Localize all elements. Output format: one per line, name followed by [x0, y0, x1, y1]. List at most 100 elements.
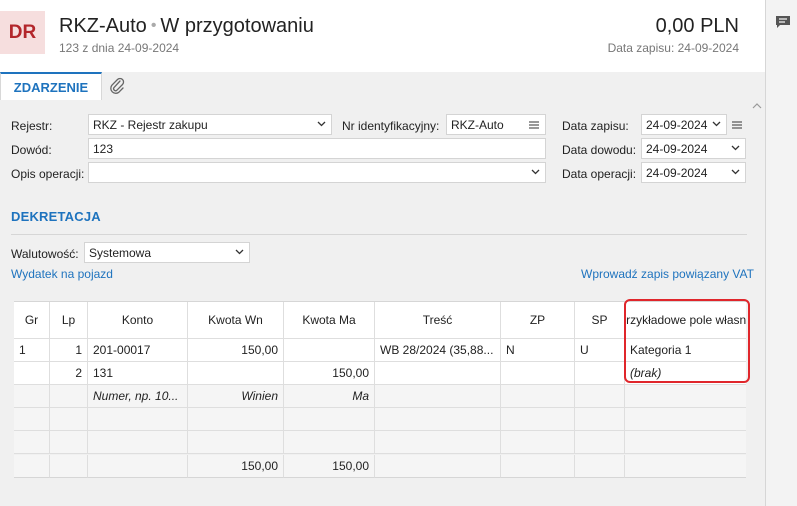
dowod-label: Dowód: — [11, 143, 52, 157]
cell-kwota-ma[interactable] — [284, 339, 375, 362]
document-status: W przygotowaniu — [160, 15, 314, 37]
col-header-sp[interactable]: SP — [575, 302, 625, 339]
cell-sp[interactable]: U — [575, 339, 625, 362]
opis-operacji-label: Opis operacji: — [11, 167, 85, 181]
data-operacji-field[interactable]: 24-09-2024 — [641, 162, 746, 183]
rejestr-select[interactable]: RKZ - Rejestr zakupu — [88, 114, 332, 135]
cell-kwota-ma[interactable] — [284, 431, 375, 454]
cell-lp[interactable]: 2 — [50, 362, 88, 385]
nr-identyfikacyjny-field[interactable]: RKZ-Auto — [446, 114, 546, 135]
chevron-down-icon — [731, 169, 740, 175]
wydatek-na-pojazd-link[interactable]: Wydatek na pojazd — [11, 267, 113, 281]
cell-gr[interactable] — [14, 362, 50, 385]
list-menu-icon[interactable] — [529, 121, 539, 129]
tab-bar: ZDARZENIE — [0, 72, 765, 100]
cell-tresc[interactable] — [375, 362, 501, 385]
cell-tresc[interactable] — [375, 408, 501, 431]
chevron-down-icon — [317, 121, 326, 127]
col-header-tresc[interactable]: Treść — [375, 302, 501, 339]
ma-placeholder[interactable]: Ma — [284, 385, 375, 408]
cell-konto[interactable]: 201-00017 — [88, 339, 188, 362]
data-dowodu-field[interactable]: 24-09-2024 — [641, 138, 746, 159]
total-kwota-ma: 150,00 — [284, 455, 375, 478]
col-header-pole-wlasne[interactable]: Przykładowe pole własne — [625, 302, 746, 339]
cell-gr[interactable] — [14, 408, 50, 431]
table-row[interactable]: 2 131 150,00 (brak) — [14, 362, 746, 385]
cell-kwota-wn[interactable] — [188, 431, 284, 454]
total-lp — [50, 455, 88, 478]
cell-zp[interactable] — [501, 385, 575, 408]
total-tresc — [375, 455, 501, 478]
cell-lp[interactable]: 1 — [50, 339, 88, 362]
table-row[interactable] — [14, 408, 746, 431]
new-entry-row[interactable]: Numer, np. 10... Winien Ma — [14, 385, 746, 408]
cell-konto[interactable]: 131 — [88, 362, 188, 385]
cell-tresc[interactable] — [375, 385, 501, 408]
total-zp — [501, 455, 575, 478]
section-divider — [11, 234, 747, 235]
cell-konto[interactable] — [88, 408, 188, 431]
scroll-up-icon[interactable] — [752, 102, 762, 110]
cell-sp[interactable] — [575, 385, 625, 408]
col-header-lp[interactable]: Lp — [50, 302, 88, 339]
col-header-kwota-wn[interactable]: Kwota Wn — [188, 302, 284, 339]
data-zapisu-value: 24-09-2024 — [646, 118, 708, 132]
data-dowodu-label: Data dowodu: — [562, 143, 637, 157]
col-header-gr[interactable]: Gr — [14, 302, 50, 339]
grid-header-row: Gr Lp Konto Kwota Wn Kwota Ma Treść ZP S… — [14, 302, 746, 339]
cell-lp[interactable] — [50, 385, 88, 408]
total-konto — [88, 455, 188, 478]
cell-zp[interactable] — [501, 408, 575, 431]
cell-kwota-wn[interactable]: 150,00 — [188, 339, 284, 362]
cell-pole-wlasne[interactable] — [625, 385, 746, 408]
cell-sp[interactable] — [575, 362, 625, 385]
title-separator: • — [150, 17, 157, 34]
comment-icon[interactable] — [775, 15, 791, 29]
cell-kwota-ma[interactable]: 150,00 — [284, 362, 375, 385]
cell-kwota-wn[interactable] — [188, 362, 284, 385]
wn-placeholder[interactable]: Winien — [188, 385, 284, 408]
rejestr-value: RKZ - Rejestr zakupu — [93, 118, 208, 132]
cell-tresc[interactable]: WB 28/2024 (35,88... — [375, 339, 501, 362]
data-zapisu-field[interactable]: 24-09-2024 — [641, 114, 727, 135]
chevron-down-icon — [531, 169, 540, 175]
data-operacji-label: Data operacji: — [562, 167, 637, 181]
konto-placeholder[interactable]: Numer, np. 10... — [88, 385, 188, 408]
cell-lp[interactable] — [50, 431, 88, 454]
paperclip-icon — [110, 77, 125, 94]
cell-pole-wlasne[interactable] — [625, 408, 746, 431]
tab-attachments[interactable] — [106, 75, 128, 97]
document-title: RKZ-Auto • W przygotowaniu — [59, 15, 314, 38]
table-row[interactable]: 1 1 201-00017 150,00 WB 28/2024 (35,88..… — [14, 339, 746, 362]
walutowosc-select[interactable]: Systemowa — [84, 242, 250, 263]
cell-sp[interactable] — [575, 431, 625, 454]
dowod-value: 123 — [93, 142, 114, 156]
col-header-kwota-ma[interactable]: Kwota Ma — [284, 302, 375, 339]
cell-zp[interactable]: N — [501, 339, 575, 362]
dekretacja-grid: Gr Lp Konto Kwota Wn Kwota Ma Treść ZP S… — [14, 301, 746, 478]
cell-gr[interactable]: 1 — [14, 339, 50, 362]
data-zapisu-menu-icon[interactable] — [732, 121, 742, 129]
dowod-field[interactable]: 123 — [88, 138, 546, 159]
cell-kwota-ma[interactable] — [284, 408, 375, 431]
cell-tresc[interactable] — [375, 431, 501, 454]
cell-pole-wlasne[interactable]: Kategoria 1 — [625, 339, 746, 362]
nr-identyfikacyjny-label: Nr identyfikacyjny: — [342, 119, 440, 133]
cell-zp[interactable] — [501, 431, 575, 454]
cell-gr[interactable] — [14, 385, 50, 408]
cell-zp[interactable] — [501, 362, 575, 385]
cell-konto[interactable] — [88, 431, 188, 454]
cell-pole-wlasne[interactable]: (brak) — [625, 362, 746, 385]
col-header-zp[interactable]: ZP — [501, 302, 575, 339]
cell-pole-wlasne[interactable] — [625, 431, 746, 454]
tab-zdarzenie[interactable]: ZDARZENIE — [0, 72, 102, 100]
cell-kwota-wn[interactable] — [188, 408, 284, 431]
wprowadz-zapis-vat-link[interactable]: Wprowadź zapis powiązany VAT — [581, 267, 754, 281]
cell-lp[interactable] — [50, 408, 88, 431]
document-name: RKZ-Auto — [59, 15, 147, 37]
table-row[interactable] — [14, 431, 746, 454]
cell-sp[interactable] — [575, 408, 625, 431]
opis-operacji-select[interactable] — [88, 162, 546, 183]
cell-gr[interactable] — [14, 431, 50, 454]
col-header-konto[interactable]: Konto — [88, 302, 188, 339]
